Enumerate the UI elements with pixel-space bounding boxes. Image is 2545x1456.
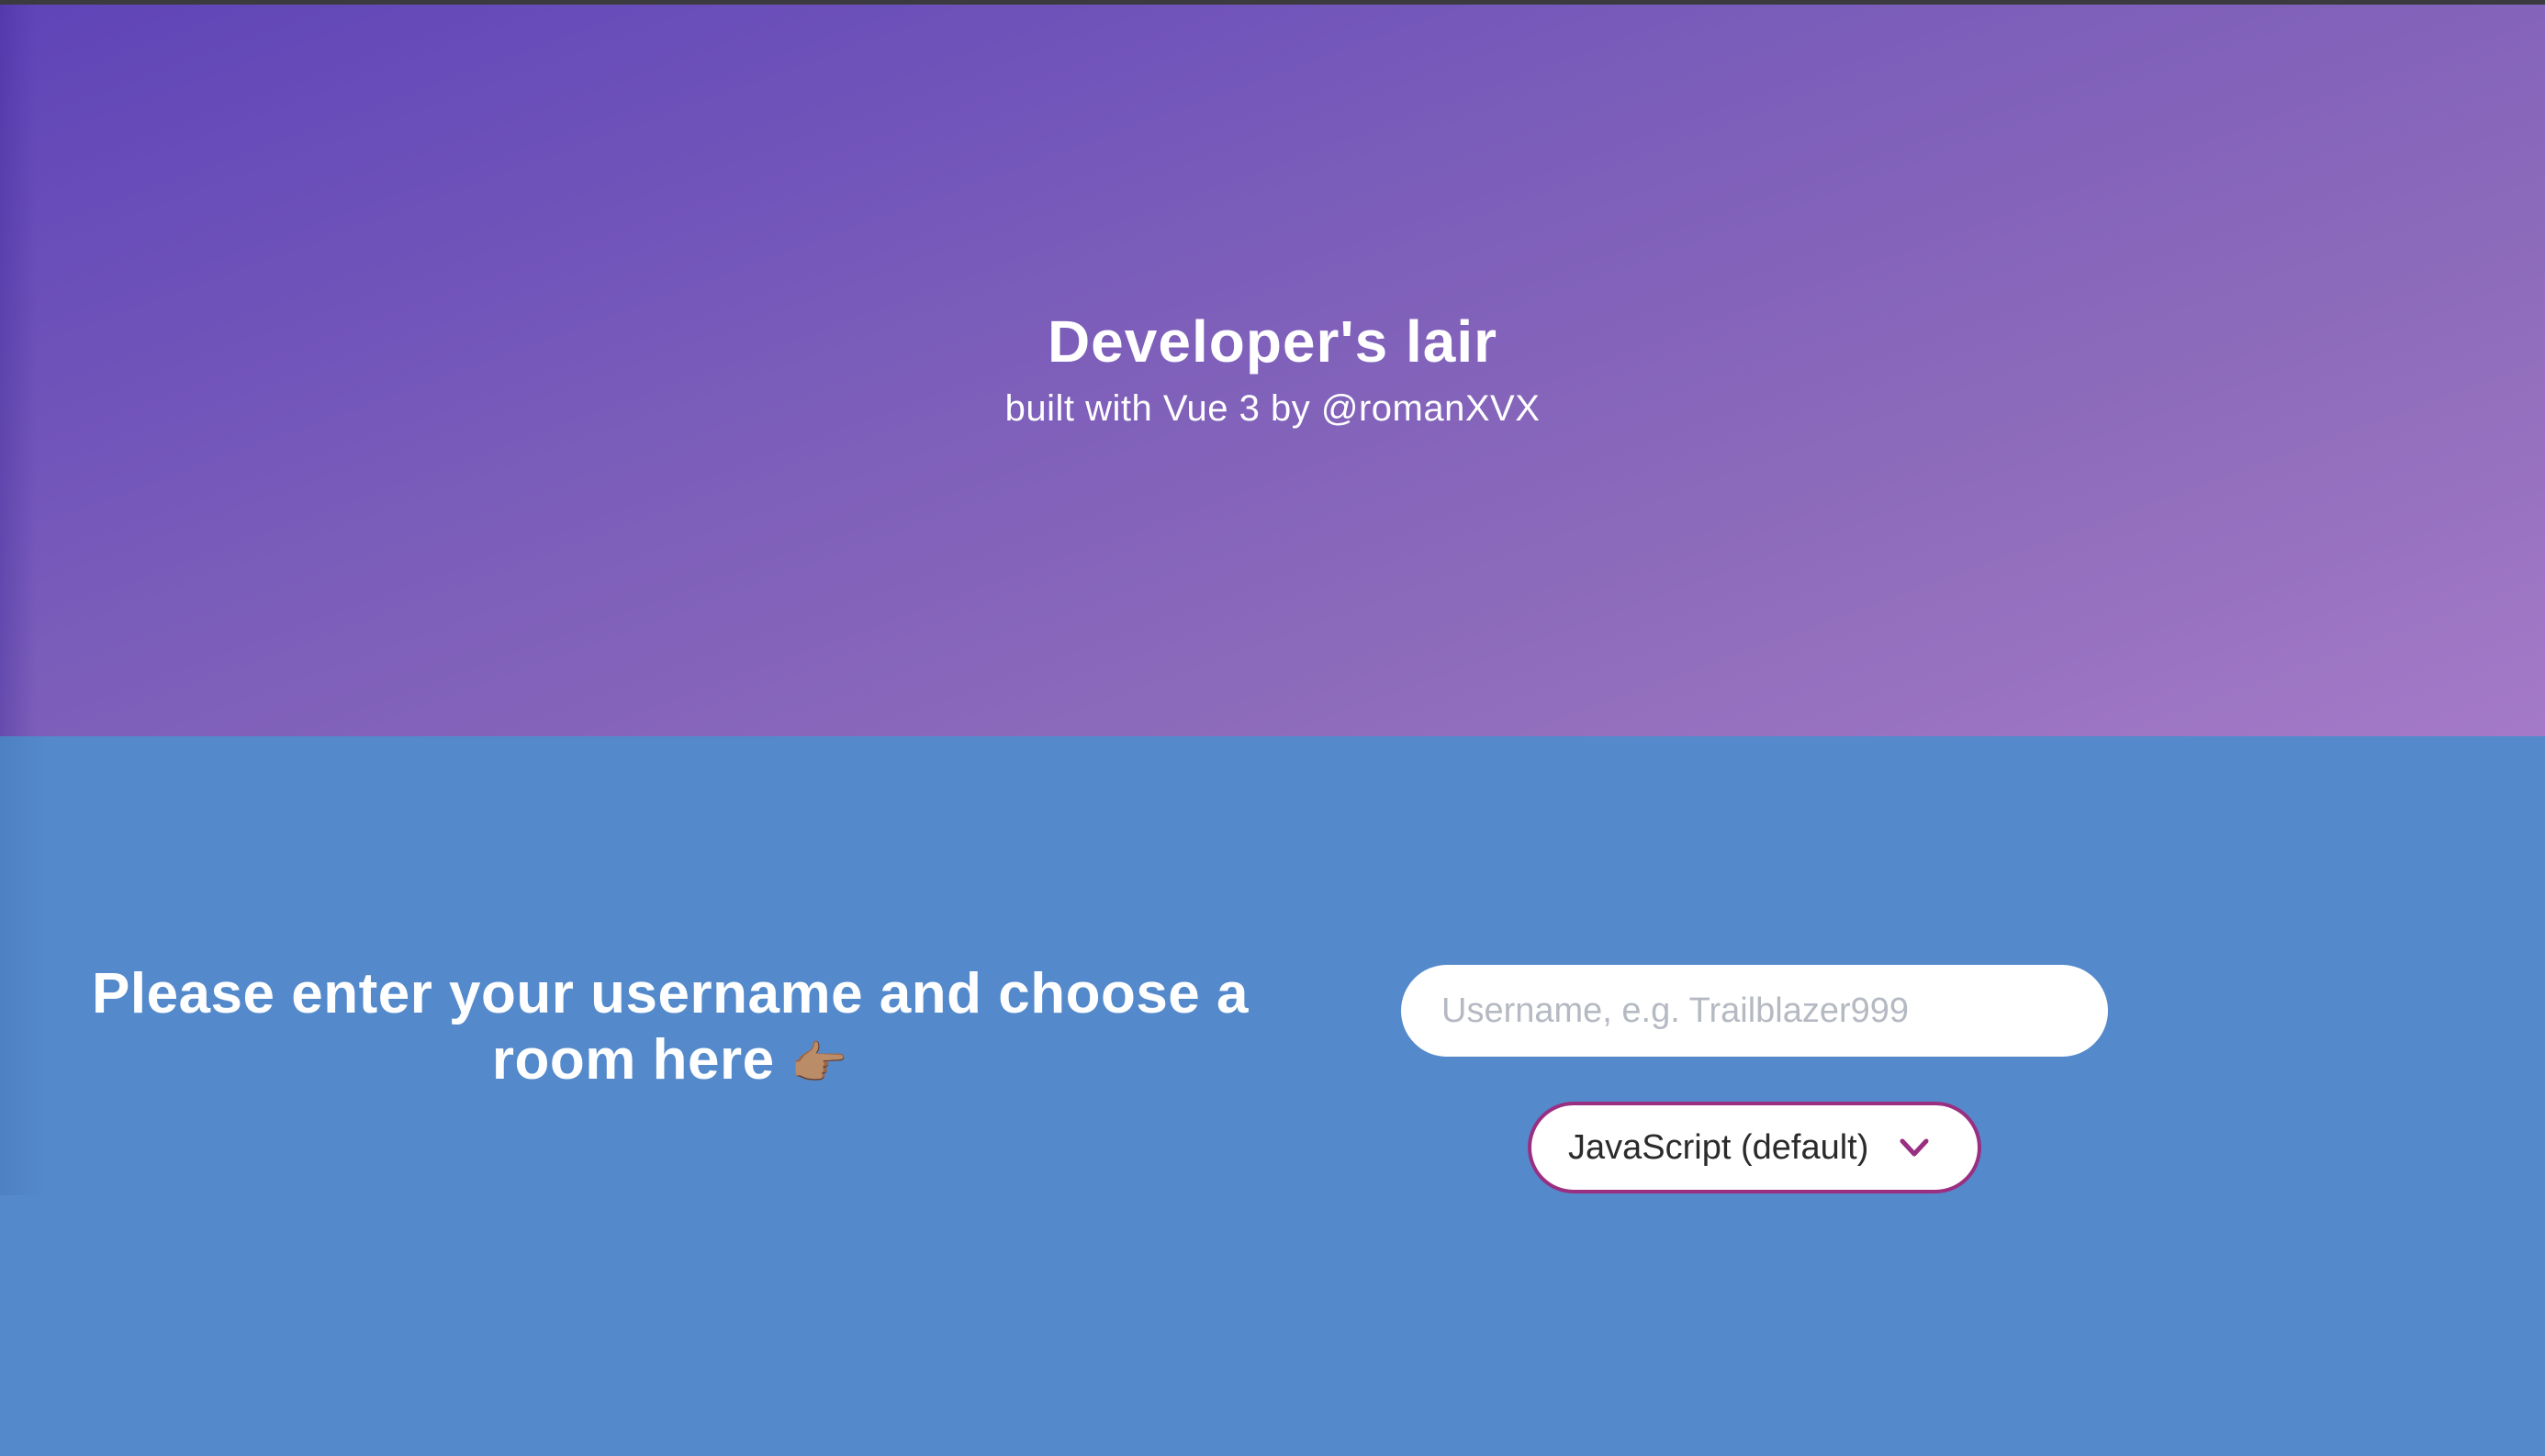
hero-banner: Developer's lair built with Vue 3 by @ro… [0,5,2545,736]
pointing-right-hand-icon: 👉🏽 [790,1037,849,1089]
page-title: Developer's lair [1047,308,1498,375]
username-input[interactable] [1401,965,2108,1057]
login-edge-shade [0,736,46,1195]
login-prompt: Please enter your username and choose a … [73,961,1267,1096]
login-section: Please enter your username and choose a … [0,736,2545,1456]
page-subtitle: built with Vue 3 by @romanXVX [1004,388,1541,429]
login-prompt-text: Please enter your username and choose a … [91,962,1249,1092]
room-select[interactable]: JavaScript (default) [1528,1102,1981,1193]
chevron-down-icon [1900,1138,1929,1157]
page: Developer's lair built with Vue 3 by @ro… [0,0,2545,1456]
room-select-value: JavaScript (default) [1568,1127,1869,1167]
